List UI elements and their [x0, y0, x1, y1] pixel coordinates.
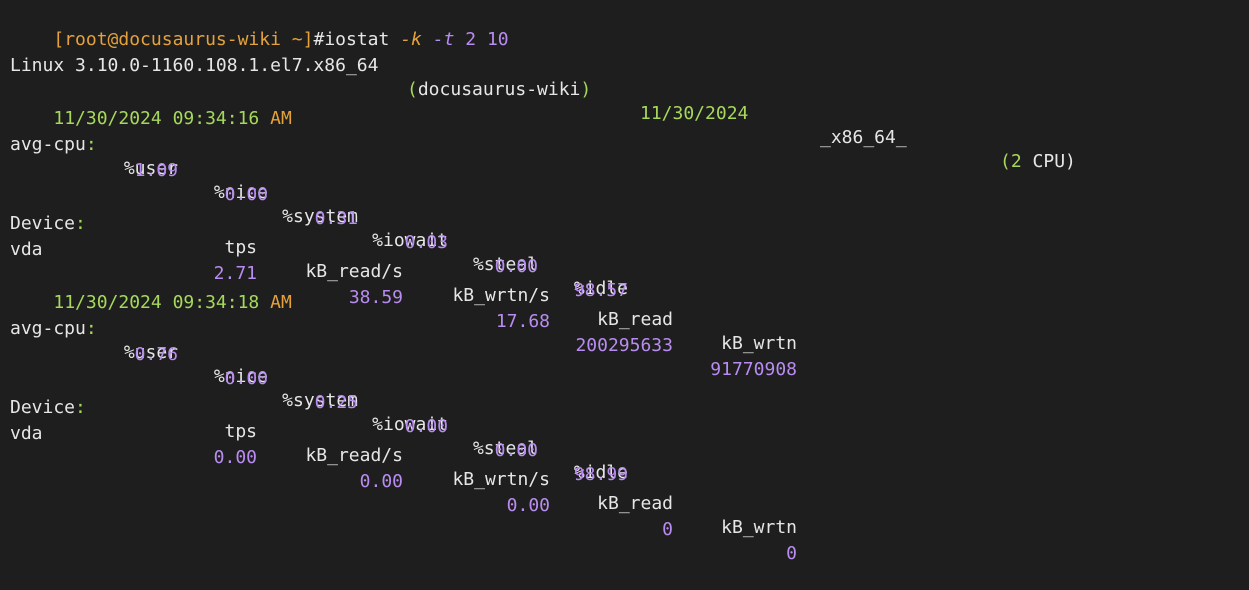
terminal-output[interactable]: [root@docusaurus-wiki ~]#iostat -k -t 2 … [10, 4, 1249, 564]
cpu-header-line: avg-cpu: %user %nice %system %iowait %st… [10, 109, 1249, 299]
cpu-value-user: 0.76 [134, 344, 178, 365]
device-header-kb-wrtn: kB_wrtn [721, 517, 797, 538]
report-timestamp-line: 11/30/2024 09:34:18 AM [10, 267, 1249, 313]
device-header-tps: tps [224, 237, 257, 258]
device-name: vda [10, 239, 43, 260]
cpu-value-user: 1.09 [134, 160, 178, 181]
device-name: vda [10, 423, 43, 444]
device-value-tps: 0.00 [213, 447, 257, 468]
device-header-tps: tps [224, 421, 257, 442]
device-value-kb-wrtn: 0 [786, 543, 797, 564]
cpu-value-idle: 98.99 [573, 464, 628, 485]
prompt-line: [root@docusaurus-wiki ~]#iostat -k -t 2 … [10, 4, 508, 50]
cpu-header-line: avg-cpu: %user %nice %system %iowait %st… [10, 293, 1249, 483]
device-header-line: Device: tps kB_read/s kB_wrtn/s kB_read … [10, 188, 1249, 354]
device-header-kb-read: kB_read [597, 493, 673, 514]
sysinfo-line: Linux 3.10.0-1160.108.1.el7.x86_64 (docu… [10, 30, 1249, 172]
device-value-kb-read: 0 [662, 519, 673, 540]
sysinfo-kernel: Linux 3.10.0-1160.108.1.el7.x86_64 [10, 55, 379, 76]
cpu-values-line: 0.76 0.00 0.25 0.00 0.00 98.99 [10, 319, 1249, 485]
device-values-line: vda 0.00 0.00 0.00 0 0 [10, 398, 1249, 564]
device-header-line: Device: tps kB_read/s kB_wrtn/s kB_read … [10, 372, 1249, 538]
device-header-kb-read-s: kB_read/s [305, 445, 403, 466]
cpu-values-line: 1.09 0.00 0.31 0.03 0.00 98.57 [10, 135, 1249, 301]
cpu-value-steal: 0.00 [494, 440, 538, 461]
device-value-kb-read-s: 0.00 [359, 471, 403, 492]
device-value-kb-wrtn-s: 0.00 [506, 495, 550, 516]
report-timestamp-line: 11/30/2024 09:34:16 AM [10, 83, 1249, 129]
device-header-kb-wrtn-s: kB_wrtn/s [452, 469, 550, 490]
device-values-line: vda 2.71 38.59 17.68 200295633 91770908 [10, 214, 1249, 380]
